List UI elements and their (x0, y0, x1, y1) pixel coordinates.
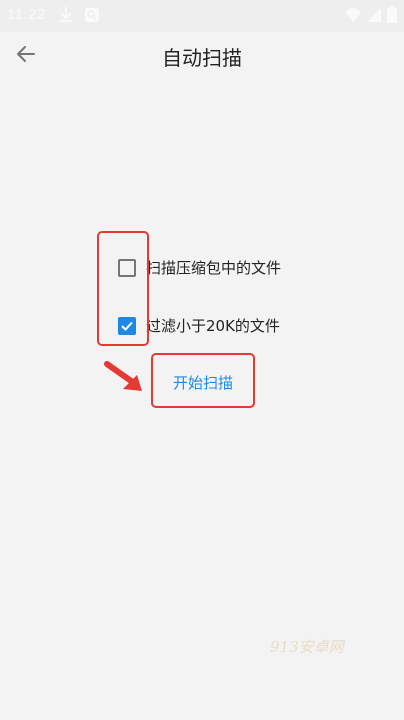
filter-small-files-checkbox[interactable] (118, 316, 136, 335)
scan-archives-option[interactable]: 扫描压缩包中的文件 (118, 257, 281, 278)
scan-archives-label: 扫描压缩包中的文件 (146, 259, 282, 277)
download-icon (60, 7, 72, 22)
watermark: 913安卓网 (270, 638, 344, 656)
app-bar: 自动扫描 (0, 32, 404, 76)
wifi-icon (345, 8, 361, 22)
scan-archives-checkbox[interactable] (118, 258, 136, 277)
battery-icon (387, 6, 397, 23)
filter-small-files-option[interactable]: 过滤小于20K的文件 (118, 315, 280, 336)
status-bar: 11:22 (0, 0, 404, 32)
checkmark-icon (121, 321, 133, 331)
status-time: 11:22 (7, 6, 46, 23)
search-icon (85, 8, 99, 22)
start-scan-button[interactable]: 开始扫描 (157, 362, 249, 402)
red-arrow-icon (104, 361, 142, 391)
page-title: 自动扫描 (162, 46, 242, 70)
cellular-icon (367, 8, 381, 22)
filter-small-files-label: 过滤小于20K的文件 (146, 317, 280, 335)
